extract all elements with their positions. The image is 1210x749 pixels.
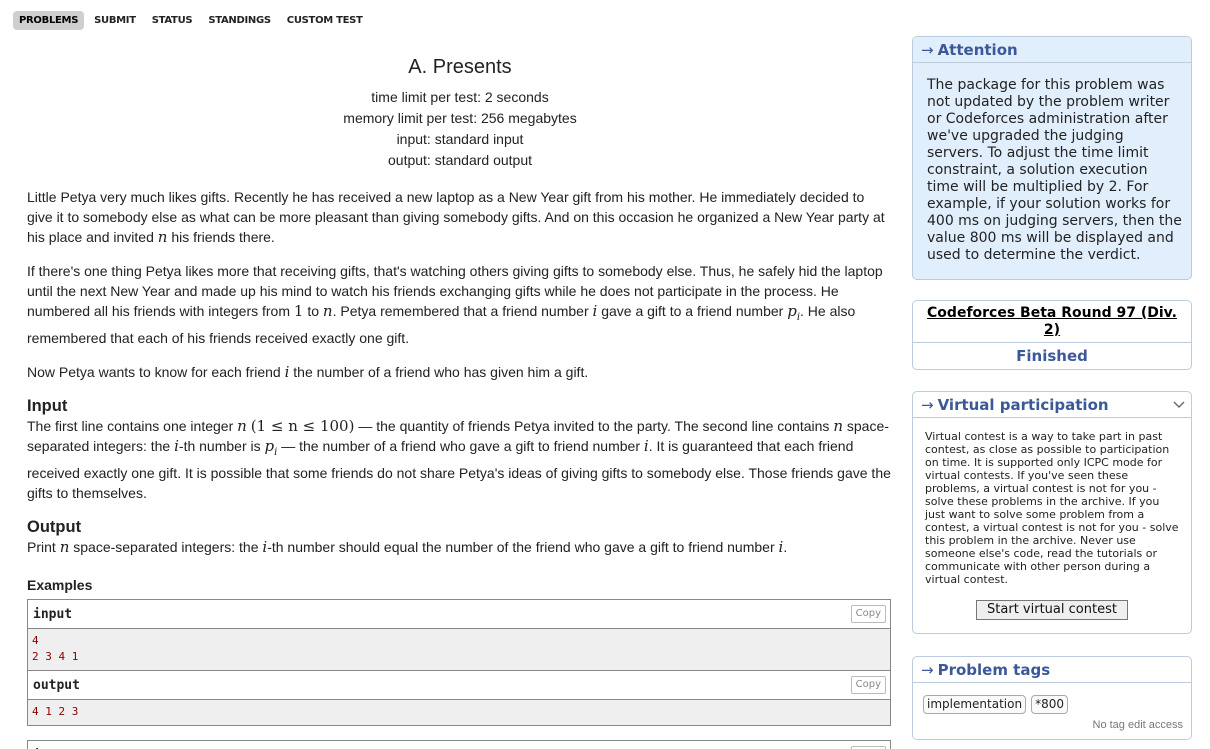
example-2-input-header: input Copy — [28, 740, 890, 749]
contest-name-link[interactable]: Codeforces Beta Round 97 (Div. 2) — [913, 301, 1191, 343]
output-section-title: Output — [27, 517, 82, 536]
nav-status[interactable]: STATUS — [146, 11, 199, 30]
example-input-header: input Copy — [28, 599, 890, 629]
problem-statement: A. Presents time limit per test: 2 secon… — [27, 52, 893, 749]
tag-list: implementation *800 — [913, 683, 1191, 714]
example-2: input Copy — [27, 739, 891, 749]
input-section-title: Input — [27, 396, 68, 415]
output-specification: Print n space-separated integers: the i-… — [27, 537, 788, 556]
output-file: output: standard output — [388, 152, 532, 168]
virtual-participation-text: Virtual contest is a way to take part in… — [925, 430, 1179, 586]
copy-output-button[interactable]: Copy — [850, 675, 886, 694]
top-nav: PROBLEMS SUBMIT STATUS STANDINGS CUSTOM … — [13, 10, 373, 31]
nav-submit[interactable]: SUBMIT — [88, 11, 142, 30]
problem-title: A. Presents — [408, 56, 512, 78]
nav-standings[interactable]: STANDINGS — [202, 11, 276, 30]
right-arrow-icon: → — [921, 661, 934, 679]
example-1: input Copy 4 2 3 4 1 output Copy 4 1 2 3 — [27, 598, 891, 726]
input-file: input: standard input — [396, 131, 524, 147]
examples-title: Examples — [27, 576, 93, 593]
tag-difficulty[interactable]: *800 — [1031, 695, 1068, 714]
attention-title: → Attention — [913, 37, 1191, 63]
example-output-header: output Copy — [28, 670, 890, 700]
attention-text: The package for this problem was not upd… — [927, 77, 1182, 263]
example-input-label: input — [33, 606, 73, 622]
nav-custom-test[interactable]: CUSTOM TEST — [281, 11, 369, 30]
contest-phase: Finished — [1016, 347, 1088, 365]
nav-problems[interactable]: PROBLEMS — [13, 11, 85, 30]
problem-tags-title: → Problem tags — [913, 657, 1191, 683]
right-arrow-icon: → — [921, 396, 934, 414]
legend-paragraph-3: Now Petya wants to know for each friend … — [27, 362, 589, 381]
legend-paragraph-1: Little Petya very much likes gifts. Rece… — [27, 189, 885, 246]
start-virtual-contest-button[interactable]: Start virtual contest — [976, 600, 1128, 620]
example-input-body: 4 2 3 4 1 — [28, 628, 890, 671]
attention-box: → Attention The package for this problem … — [912, 36, 1192, 280]
contest-box: Codeforces Beta Round 97 (Div. 2) Finish… — [912, 300, 1192, 370]
time-limit: time limit per test: 2 seconds — [371, 89, 549, 105]
copy-input-button-2[interactable]: Copy — [850, 745, 886, 749]
problem-tags-box: → Problem tags implementation *800 No tag… — [912, 656, 1192, 740]
tag-implementation[interactable]: implementation — [923, 695, 1027, 714]
legend-paragraph-2: If there's one thing Petya likes more th… — [27, 263, 883, 346]
memory-limit: memory limit per test: 256 megabytes — [343, 110, 577, 126]
no-tag-edit-access: No tag edit access — [1092, 719, 1184, 731]
example-output-label: output — [33, 677, 80, 693]
chevron-down-icon[interactable] — [1173, 398, 1185, 410]
copy-input-button[interactable]: Copy — [850, 604, 886, 623]
right-arrow-icon: → — [921, 41, 934, 59]
virtual-participation-box: → Virtual participation Virtual contest i… — [912, 391, 1192, 634]
virtual-participation-title[interactable]: → Virtual participation — [913, 392, 1191, 418]
input-specification: The first line contains one integer n (1… — [27, 416, 891, 501]
example-output-body: 4 1 2 3 — [28, 699, 890, 725]
